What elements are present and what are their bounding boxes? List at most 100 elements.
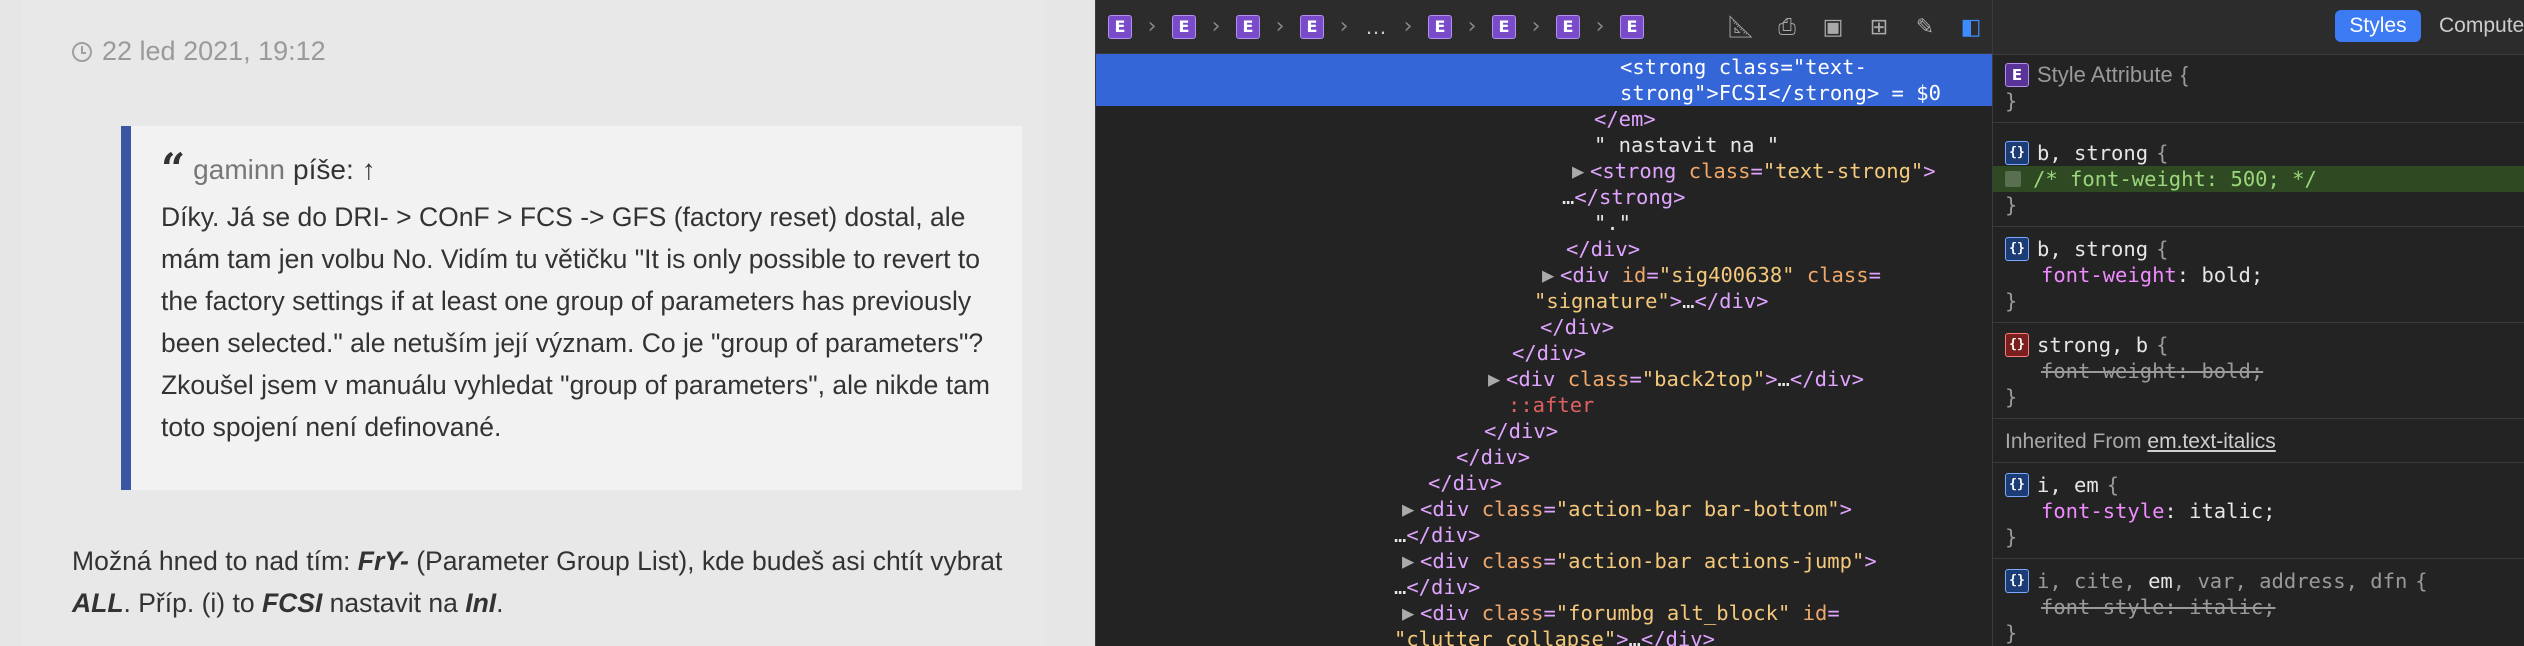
css-property-overridden[interactable]: font-weight: bold; bbox=[1993, 358, 2524, 384]
dom-node[interactable]: …</strong> bbox=[1096, 184, 1992, 210]
close-brace: } bbox=[2005, 621, 2018, 645]
dom-node[interactable]: </em> bbox=[1096, 106, 1992, 132]
breadcrumb-ellipsis[interactable]: … bbox=[1364, 14, 1388, 40]
rule-selector[interactable]: i, cite, em, var, address, dfn bbox=[2037, 568, 2407, 594]
disclosure-triangle-icon[interactable]: ▶ bbox=[1402, 600, 1420, 626]
property-checkbox[interactable] bbox=[2005, 171, 2021, 187]
dom-node[interactable]: ::after bbox=[1096, 392, 1992, 418]
tab-styles[interactable]: Styles bbox=[2335, 10, 2421, 42]
rule-selector[interactable]: strong, b bbox=[2037, 332, 2148, 358]
disclosure-triangle-icon[interactable]: ▶ bbox=[1402, 496, 1420, 522]
rule-selector: Style Attribute bbox=[2037, 62, 2173, 87]
post-text: . bbox=[496, 588, 504, 618]
css-property[interactable]: font-style: italic; bbox=[1993, 498, 2524, 524]
breadcrumb-separator: › bbox=[1275, 14, 1285, 39]
divider bbox=[1993, 122, 2524, 123]
css-property-overridden[interactable]: font-style: italic; bbox=[1993, 594, 2524, 620]
disclosure-triangle-icon[interactable]: ▶ bbox=[1402, 548, 1420, 574]
divider bbox=[1993, 226, 2524, 227]
ruler-icon[interactable]: 📐︎ bbox=[1727, 15, 1755, 40]
property-value[interactable]: italic bbox=[2189, 595, 2263, 619]
post-text: nastavit na bbox=[322, 588, 466, 618]
selector-part: , var, address, dfn bbox=[2172, 569, 2408, 593]
element-icon: E bbox=[2005, 63, 2029, 87]
grid-icon[interactable]: ⊞ bbox=[1866, 15, 1892, 40]
dom-node[interactable]: ▶ <strong class="text-strong"> bbox=[1096, 158, 1992, 184]
clock-icon bbox=[72, 41, 92, 62]
forum-post: 22 led 2021, 19:12 “ gaminn píše: ↑ Díky… bbox=[22, 0, 1044, 646]
post-body: Možná hned to nad tím: FrY- (Parameter G… bbox=[72, 540, 1052, 624]
dom-node[interactable]: " nastavit na " bbox=[1096, 132, 1992, 158]
rule-selector[interactable]: i, em bbox=[2037, 472, 2099, 498]
property-name[interactable]: font-style bbox=[2041, 595, 2164, 619]
dom-node[interactable]: </div> bbox=[1096, 236, 1992, 262]
disclosure-triangle-icon[interactable]: ▶ bbox=[1488, 366, 1506, 392]
dom-node[interactable]: ▶ <div class="forumbg alt_block" id= bbox=[1096, 600, 1992, 626]
dom-node[interactable]: </div> bbox=[1096, 340, 1992, 366]
rule-selector[interactable]: b, strong bbox=[2037, 140, 2148, 166]
divider bbox=[1993, 418, 2524, 419]
breadcrumb-separator: › bbox=[1403, 14, 1413, 39]
breadcrumb-element-icon[interactable]: E bbox=[1556, 14, 1580, 39]
property-value[interactable]: italic bbox=[2189, 499, 2263, 523]
sidebar-icon[interactable]: ◧ bbox=[1958, 15, 1984, 40]
quote-icon: “ bbox=[161, 144, 186, 193]
dom-node[interactable]: "signature">…</div> bbox=[1096, 288, 1992, 314]
css-rule-icon[interactable]: {} bbox=[2005, 569, 2029, 593]
rule-selector[interactable]: b, strong bbox=[2037, 236, 2148, 262]
dom-node[interactable]: ▶ <div class="action-bar bar-bottom"> bbox=[1096, 496, 1992, 522]
selector-part: i, cite, bbox=[2037, 569, 2149, 593]
inherited-label: Inherited From bbox=[2005, 430, 2142, 453]
dom-node[interactable]: ▶ <div class="action-bar actions-jump"> bbox=[1096, 548, 1992, 574]
print-icon[interactable]: ⎙ bbox=[1774, 15, 1800, 40]
breadcrumb-element-icon[interactable]: E bbox=[1300, 14, 1324, 39]
breadcrumb-element-icon[interactable]: E bbox=[1620, 14, 1644, 39]
disclosure-triangle-icon[interactable]: ▶ bbox=[1572, 158, 1590, 184]
open-brace: { bbox=[2156, 237, 2169, 261]
arrow-up-icon[interactable]: ↑ bbox=[362, 154, 376, 186]
tab-computed[interactable]: Computed bbox=[2439, 10, 2524, 42]
dom-node[interactable]: …</div> bbox=[1096, 574, 1992, 600]
css-rule-icon[interactable]: {} bbox=[2005, 141, 2029, 165]
quote-author-link[interactable]: gaminn bbox=[193, 154, 285, 186]
commented-property[interactable]: /* font-weight: 500; */ bbox=[1993, 166, 2524, 192]
selector-match: em bbox=[2148, 569, 2173, 593]
dom-node[interactable]: </div> bbox=[1096, 470, 1992, 496]
css-rule: {} b, strong { /* font-weight: 500; */ } bbox=[1993, 140, 2524, 218]
dom-node[interactable]: "clutter_collapse">…</div> bbox=[1096, 626, 1992, 646]
breadcrumb-separator: › bbox=[1595, 14, 1605, 39]
dom-node-selected[interactable]: <strong class="text- bbox=[1096, 54, 1992, 80]
dom-node[interactable]: …</div> bbox=[1096, 522, 1992, 548]
property-name[interactable]: font-style bbox=[2041, 499, 2164, 523]
css-rule: {} i, cite, em, var, address, dfn { font… bbox=[1993, 568, 2524, 646]
dom-node[interactable]: </div> bbox=[1096, 418, 1992, 444]
disclosure-triangle-icon[interactable]: ▶ bbox=[1542, 262, 1560, 288]
dom-node[interactable]: ▶ <div id="sig400638" class= bbox=[1096, 262, 1992, 288]
dom-node[interactable]: "." bbox=[1096, 210, 1992, 236]
breadcrumb-element-icon[interactable]: E bbox=[1172, 14, 1196, 39]
screenshot-icon[interactable]: ▣ bbox=[1820, 15, 1846, 40]
property-value[interactable]: bold bbox=[2201, 263, 2250, 287]
breadcrumb-element-icon[interactable]: E bbox=[1428, 14, 1452, 39]
css-property[interactable]: font-weight: bold; bbox=[1993, 262, 2524, 288]
property-name[interactable]: font-weight bbox=[2041, 263, 2177, 287]
dom-node[interactable]: </div> bbox=[1096, 444, 1992, 470]
dom-node[interactable]: ▶ <div class="back2top">…</div> bbox=[1096, 366, 1992, 392]
css-rule-icon[interactable]: {} bbox=[2005, 333, 2029, 357]
property-value[interactable]: bold bbox=[2201, 359, 2250, 383]
devtools-toolbar: 📐︎ ⎙ ▣ ⊞ ✎ ◧ bbox=[1727, 0, 1984, 54]
blockquote: “ gaminn píše: ↑ Díky. Já se do DRI- > C… bbox=[121, 126, 1022, 490]
dom-node-selected[interactable]: strong">FCSI</strong> = $0 bbox=[1096, 80, 1992, 106]
breadcrumb-element-icon[interactable]: E bbox=[1236, 14, 1260, 39]
breadcrumb-element-icon[interactable]: E bbox=[1108, 14, 1132, 39]
dom-node[interactable]: </div> bbox=[1096, 314, 1992, 340]
breadcrumb-element-icon[interactable]: E bbox=[1492, 14, 1516, 39]
brush-icon[interactable]: ✎ bbox=[1912, 15, 1938, 40]
css-rule-icon[interactable]: {} bbox=[2005, 473, 2029, 497]
inherited-from-link[interactable]: em.text-italics bbox=[2147, 430, 2275, 453]
dom-tree: <strong class="text- strong">FCSI</stron… bbox=[1096, 54, 1992, 646]
devtools-panel: E › E › E › E › … › E › E › E › E 📐︎ ⎙ ▣… bbox=[1095, 0, 2524, 646]
css-rule-icon[interactable]: {} bbox=[2005, 237, 2029, 261]
property-name[interactable]: font-weight bbox=[2041, 359, 2177, 383]
breadcrumb-separator: › bbox=[1211, 14, 1221, 39]
